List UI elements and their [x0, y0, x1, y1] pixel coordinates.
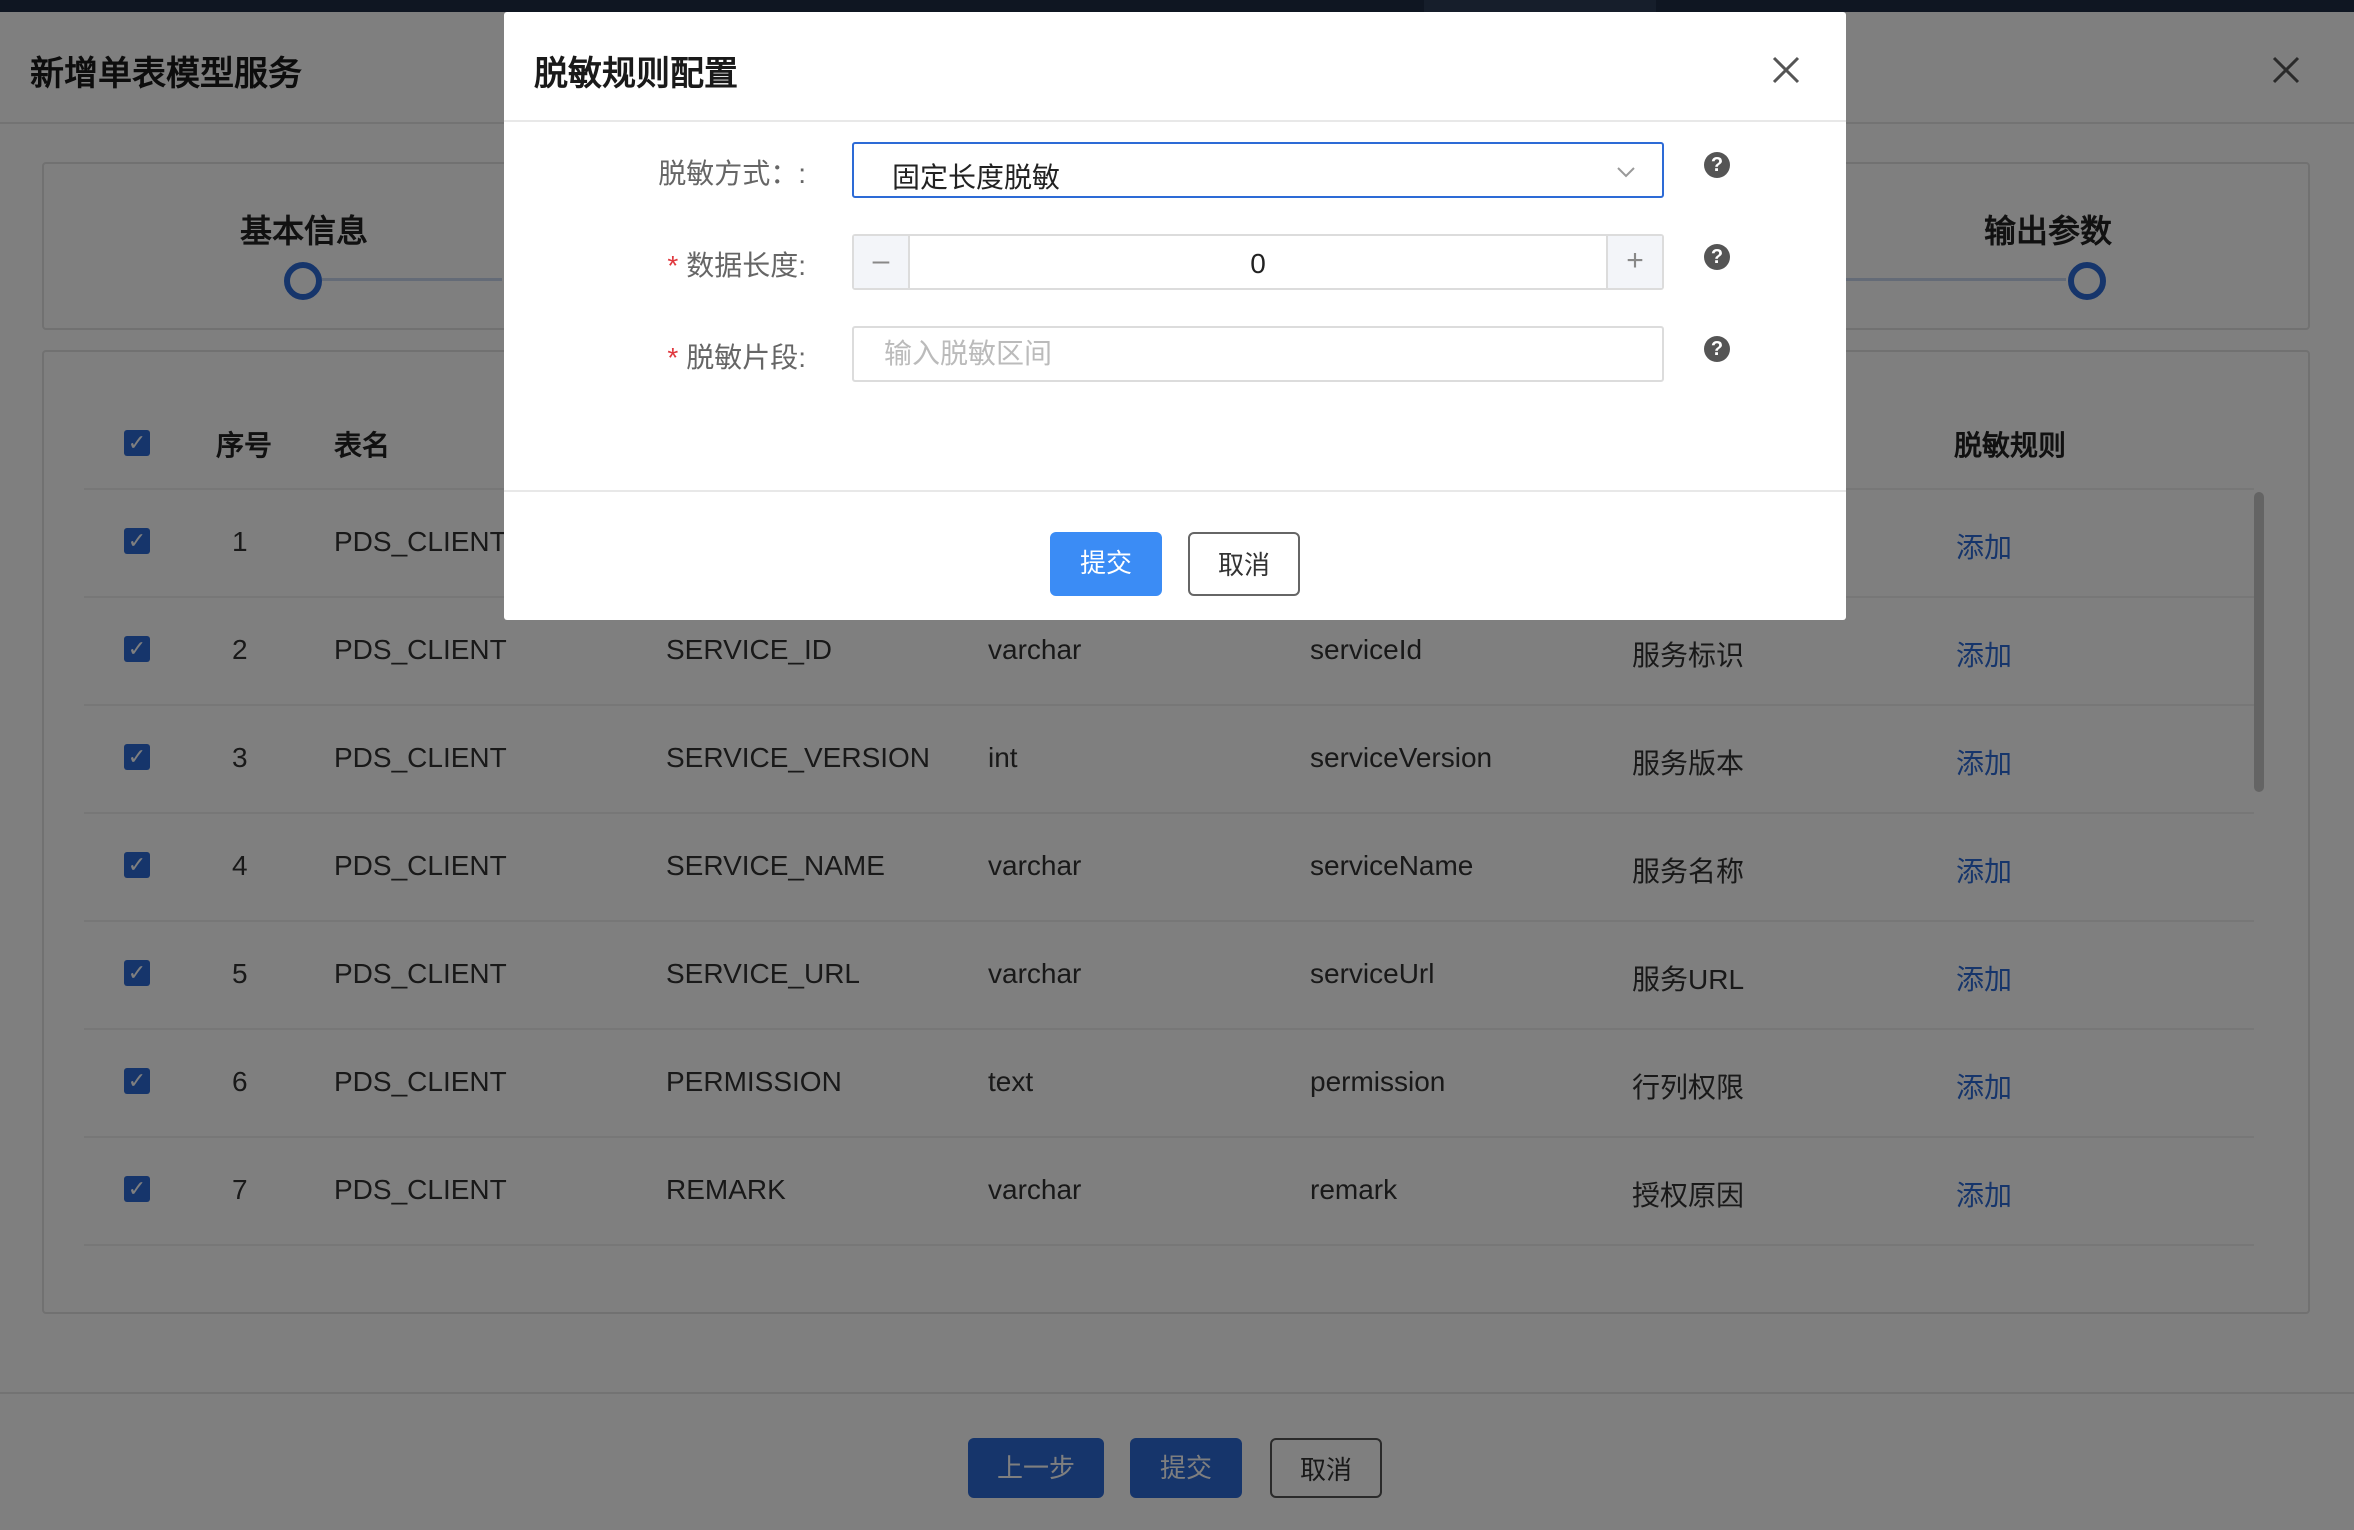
close-icon[interactable] [1768, 52, 1804, 88]
data-length-stepper[interactable]: – 0 + [852, 234, 1664, 290]
segment-label: * 脱敏片段: [667, 336, 806, 376]
increment-button[interactable]: + [1606, 236, 1662, 288]
mask-method-value: 固定长度脱敏 [892, 162, 1061, 193]
modal-title: 脱敏规则配置 [534, 55, 738, 93]
help-icon[interactable]: ? [1704, 244, 1730, 270]
form-row-length: * 数据长度: – 0 + ? [504, 234, 1846, 294]
screen: 新增单表模型服务 基本信息 输出参数 ✓ 序号 表名 脱敏规则 ✓ 1 P [0, 0, 2354, 1530]
form-row-segment: *脱敏片段: ? [504, 326, 1846, 386]
chevron-down-icon [1617, 167, 1635, 178]
mask-method-select[interactable]: 固定长度脱敏 [852, 142, 1664, 198]
modal-footer: 提交 取消 [504, 490, 1846, 620]
mask-segment-input[interactable] [852, 326, 1664, 382]
required-mark: * [667, 250, 679, 281]
modal-header: 脱敏规则配置 [504, 12, 1846, 122]
help-icon[interactable]: ? [1704, 152, 1730, 178]
method-label: 脱敏方式：: [658, 158, 806, 189]
mask-rule-modal: 脱敏规则配置 脱敏方式：: 固定长度脱敏 ? * 数据长度: – 0 + ? *… [504, 12, 1846, 620]
modal-submit-button[interactable]: 提交 [1050, 532, 1162, 596]
segment-label-text: 脱敏片段: [686, 342, 806, 373]
help-icon[interactable]: ? [1704, 336, 1730, 362]
form-row-method: 脱敏方式：: 固定长度脱敏 ? [504, 142, 1846, 202]
required-mark: * [667, 342, 679, 373]
data-length-value[interactable]: 0 [910, 248, 1606, 280]
decrement-button[interactable]: – [854, 236, 910, 288]
modal-cancel-button[interactable]: 取消 [1188, 532, 1300, 596]
length-label-text: 数据长度: [686, 250, 806, 281]
length-label: * 数据长度: [667, 244, 806, 284]
